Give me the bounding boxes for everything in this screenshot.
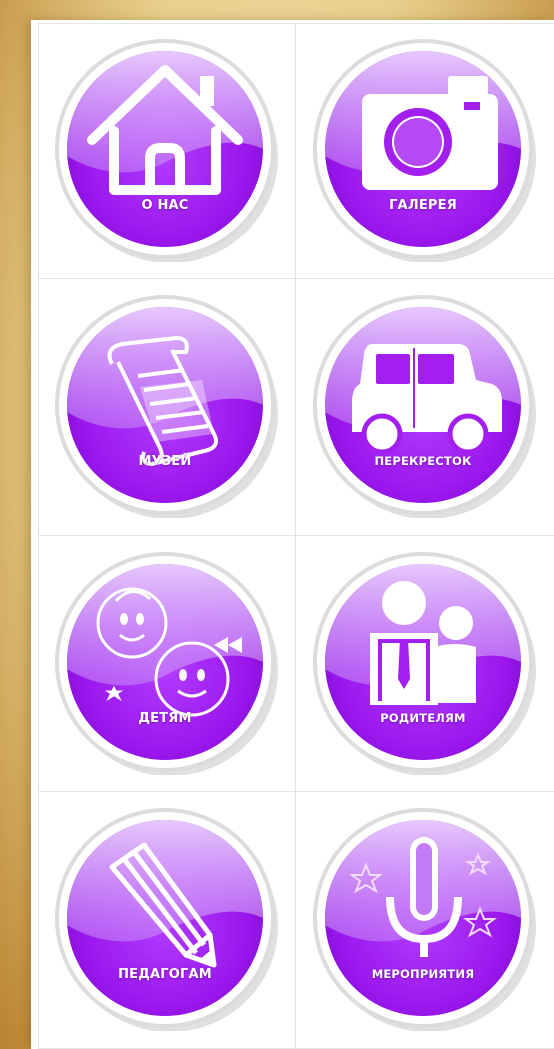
menu-cell-crossroads: ПЕРЕКРЕСТОК — [296, 279, 554, 536]
camera-icon — [362, 76, 498, 190]
events-label: МЕРОПРИЯТИЯ — [371, 967, 475, 981]
museum-button[interactable]: МУЗЕЙ — [52, 292, 278, 518]
children-icon — [96, 587, 242, 716]
menu-cell-museum: МУЗЕЙ — [38, 279, 296, 536]
microphone-icon — [349, 837, 497, 957]
gallery-label: ГАЛЕРЕЯ — [389, 198, 457, 213]
menu-panel: О НАС ГАЛЕРЕЯ МУЗЕЙ ПЕРЕКРЕСТОК ДЕТЯМ РО… — [31, 20, 554, 1049]
gallery-button[interactable]: ГАЛЕРЕЯ — [310, 36, 536, 262]
museum-label: МУЗЕЙ — [138, 454, 192, 469]
teachers-button[interactable]: ПЕДАГОГАМ — [52, 805, 278, 1031]
parents-label: РОДИТЕЛЯМ — [380, 710, 466, 725]
pencil-icon — [109, 842, 217, 968]
scroll-icon — [107, 336, 218, 466]
menu-cell-teachers: ПЕДАГОГАМ — [38, 792, 296, 1049]
crossroads-button[interactable]: ПЕРЕКРЕСТОК — [310, 292, 536, 518]
home-icon — [87, 65, 243, 195]
about-label: О НАС — [141, 198, 189, 213]
crossroads-label: ПЕРЕКРЕСТОК — [374, 454, 472, 468]
children-label: ДЕТЯМ — [138, 710, 192, 726]
parents-button[interactable]: РОДИТЕЛЯМ — [310, 549, 536, 775]
menu-cell-about: О НАС — [38, 23, 296, 279]
menu-cell-parents: РОДИТЕЛЯМ — [296, 536, 554, 792]
menu-cell-children: ДЕТЯМ — [38, 536, 296, 792]
menu-cell-events: МЕРОПРИЯТИЯ — [296, 792, 554, 1049]
car-icon — [352, 344, 502, 455]
events-button[interactable]: МЕРОПРИЯТИЯ — [310, 805, 536, 1031]
menu-grid: О НАС ГАЛЕРЕЯ МУЗЕЙ ПЕРЕКРЕСТОК ДЕТЯМ РО… — [38, 23, 554, 1049]
parents-icon — [370, 580, 476, 705]
about-button[interactable]: О НАС — [52, 36, 278, 262]
children-button[interactable]: ДЕТЯМ — [52, 549, 278, 775]
teachers-label: ПЕДАГОГАМ — [118, 967, 212, 982]
menu-cell-gallery: ГАЛЕРЕЯ — [296, 23, 554, 279]
